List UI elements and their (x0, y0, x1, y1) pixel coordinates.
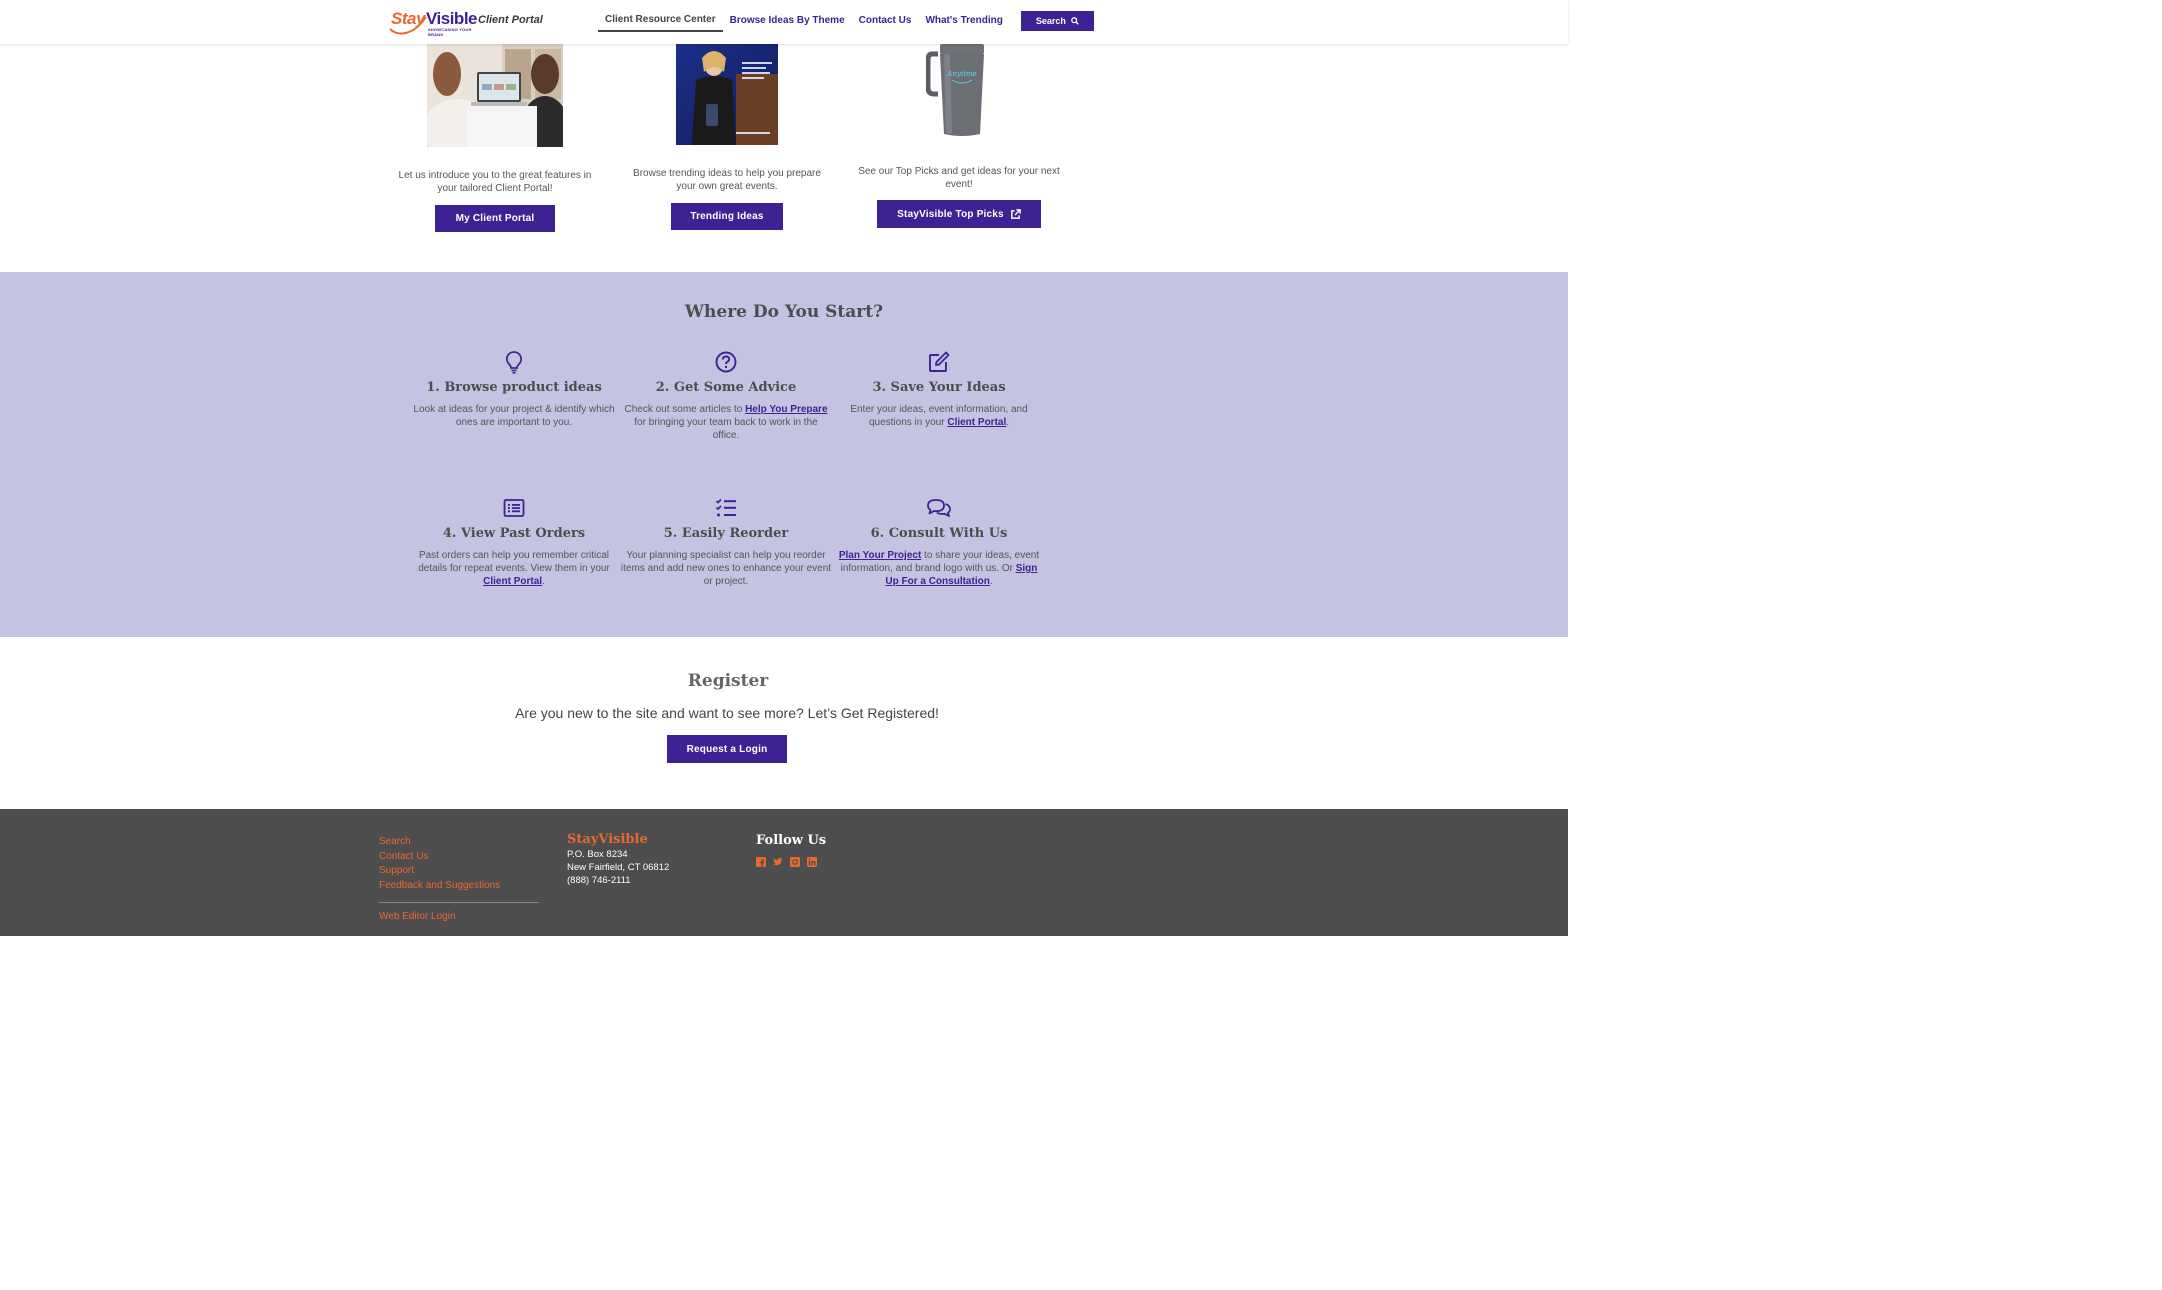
request-login-button-label: Request a Login (686, 743, 768, 755)
top-picks-button[interactable]: StayVisible Top Picks (877, 200, 1041, 228)
women-at-laptop-photo (423, 44, 571, 172)
footer-link-feedback[interactable]: Feedback and Suggestions (379, 879, 539, 894)
step-text: Past orders can help you remember critic… (408, 549, 620, 588)
request-login-button[interactable]: Request a Login (667, 735, 787, 763)
footer-address: StayVisible P.O. Box 8234 New Fairfield,… (567, 833, 669, 887)
my-client-portal-button-label: My Client Portal (455, 213, 535, 224)
svg-text:Anytime: Anytime (946, 70, 976, 78)
step-get-some-advice: 2. Get Some Advice Check out some articl… (620, 350, 832, 442)
footer-link-search[interactable]: Search (379, 835, 539, 850)
follow-us-title: Follow Us (756, 833, 827, 848)
logo-portal-label: Client Portal (478, 14, 543, 26)
where-do-you-start-section: Where Do You Start? 1. Browse product id… (0, 272, 1568, 637)
help-you-prepare-link[interactable]: Help You Prepare (745, 404, 827, 415)
footer-link-support[interactable]: Support (379, 864, 539, 879)
footer-company-name: StayVisible (567, 832, 648, 847)
footer-link-web-editor-login[interactable]: Web Editor Login (379, 910, 539, 925)
client-portal-link[interactable]: Client Portal (483, 576, 542, 587)
stayvisible-logo-mark: Stay Visible SHOWCASING YOUR BRAND (388, 5, 478, 37)
step-text-part: . (542, 576, 545, 587)
plan-your-project-link[interactable]: Plan Your Project (839, 550, 921, 561)
social-links (756, 857, 826, 867)
step-text: Plan Your Project to share your ideas, e… (833, 549, 1045, 588)
site-footer: Search Contact Us Support Feedback and S… (0, 809, 1568, 936)
feature-text-top-picks: See our Top Picks and get ideas for your… (858, 166, 1060, 190)
site-logo[interactable]: Stay Visible SHOWCASING YOUR BRAND Clien… (388, 5, 543, 37)
twitter-icon[interactable] (773, 857, 783, 867)
step-text-part: Past orders can help you remember critic… (418, 550, 610, 574)
trending-ideas-button[interactable]: Trending Ideas (671, 203, 783, 230)
footer-address-line: New Fairfield, CT 06812 (567, 862, 670, 873)
step-title: 4. View Past Orders (442, 526, 586, 541)
step-title: 3. Save Your Ideas (872, 380, 1006, 395)
feature-text-client-portal: Let us introduce you to the great featur… (398, 170, 592, 194)
section-title-where-start: Where Do You Start? (684, 302, 884, 322)
step-save-your-ideas: 3. Save Your Ideas Enter your ideas, eve… (833, 350, 1045, 429)
instagram-icon[interactable] (790, 857, 800, 867)
step-easily-reorder: 5. Easily Reorder Your planning speciali… (620, 496, 832, 588)
footer-follow-us: Follow Us (756, 833, 826, 867)
logo-tagline: SHOWCASING YOUR BRAND (428, 27, 472, 37)
step-title: 2. Get Some Advice (655, 380, 797, 395)
step-consult-with-us: 6. Consult With Us Plan Your Project to … (833, 496, 1045, 588)
lightbulb-icon (408, 350, 620, 374)
linkedin-icon[interactable] (807, 857, 817, 867)
facebook-icon[interactable] (756, 857, 766, 867)
feature-text-trending: Browse trending ideas to help you prepar… (633, 168, 821, 192)
nav-client-resource-center[interactable]: Client Resource Center (598, 10, 723, 32)
external-link-icon (1010, 208, 1021, 219)
step-title: 5. Easily Reorder (663, 526, 789, 541)
step-text: Look at ideas for your project & identif… (413, 404, 615, 428)
step-text: Enter your ideas, event information, and… (833, 403, 1045, 429)
search-button[interactable]: Search (1020, 11, 1094, 31)
search-button-label: Search (1035, 16, 1066, 26)
step-text-part: Check out some articles to (624, 404, 746, 415)
edit-icon (833, 350, 1045, 374)
footer-address-line: P.O. Box 8234 (567, 849, 628, 860)
step-text: Your planning specialist can help you re… (620, 550, 832, 587)
step-text: Check out some articles to Help You Prep… (620, 403, 832, 442)
client-portal-link[interactable]: Client Portal (947, 417, 1006, 428)
list-alt-icon (408, 496, 620, 520)
step-title: 1. Browse product ideas (426, 380, 602, 395)
step-text-part: for bringing your team back to work in t… (634, 417, 818, 441)
comments-icon (833, 496, 1045, 520)
nav-contact-us[interactable]: Contact Us (852, 11, 919, 31)
footer-links: Search Contact Us Support Feedback and S… (379, 835, 539, 925)
tasks-icon (620, 496, 832, 520)
my-client-portal-button[interactable]: My Client Portal (435, 205, 555, 232)
gray-tumbler-photo: Anytime (925, 44, 992, 137)
search-icon (1071, 17, 1079, 25)
top-picks-button-label: StayVisible Top Picks (897, 208, 1004, 220)
step-browse-product-ideas: 1. Browse product ideas Look at ideas fo… (408, 350, 620, 429)
main-nav: Client Resource Center Browse Ideas By T… (598, 10, 1094, 32)
footer-phone: (888) 746-2111 (567, 875, 631, 886)
logo-stay-text: Stay (391, 9, 425, 28)
step-text-part: . (989, 576, 993, 587)
footer-link-contact-us[interactable]: Contact Us (379, 850, 539, 865)
register-text: Are you new to the site and want to see … (515, 705, 939, 721)
trending-ideas-cover-photo (676, 44, 778, 145)
nav-whats-trending[interactable]: What's Trending (918, 11, 1009, 31)
question-circle-icon (620, 350, 832, 374)
site-header: Stay Visible SHOWCASING YOUR BRAND Clien… (0, 0, 1568, 44)
nav-browse-ideas-by-theme[interactable]: Browse Ideas By Theme (723, 11, 852, 31)
step-view-past-orders: 4. View Past Orders Past orders can help… (408, 496, 620, 588)
register-title: Register (687, 671, 769, 691)
step-text-part: . (1006, 417, 1010, 428)
step-title: 6. Consult With Us (870, 526, 1008, 541)
footer-divider (379, 901, 539, 903)
trending-ideas-button-label: Trending Ideas (690, 211, 764, 222)
logo-visible-text: Visible (426, 9, 478, 28)
